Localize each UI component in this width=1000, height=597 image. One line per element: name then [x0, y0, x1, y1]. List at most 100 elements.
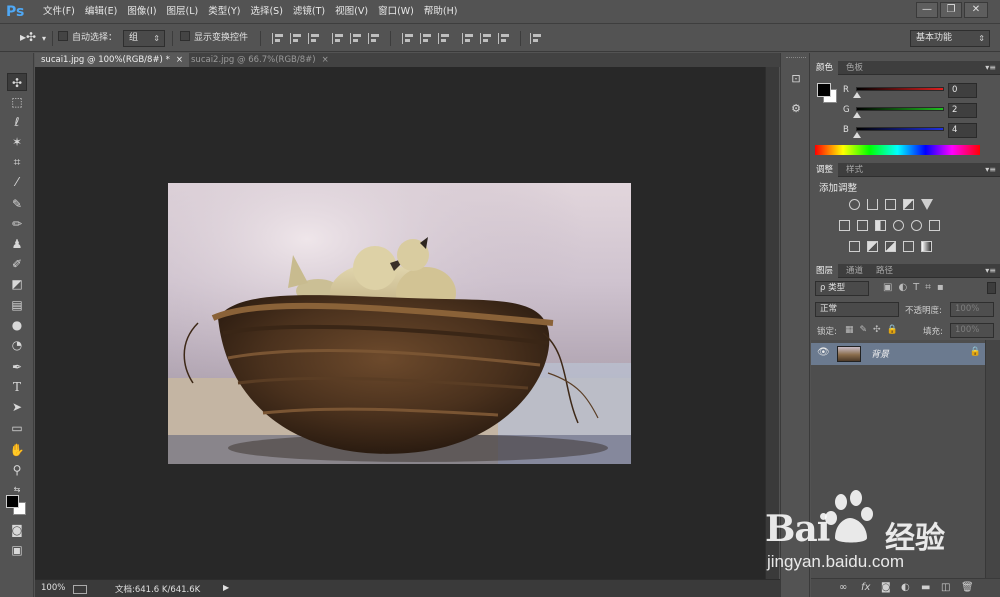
green-value-input[interactable]: 2: [948, 103, 977, 118]
vibrance-icon[interactable]: [921, 199, 933, 210]
fill-input[interactable]: 100%: [950, 323, 994, 338]
new-group-icon[interactable]: ▬: [921, 582, 930, 593]
layer-filter-icons[interactable]: ▣◐T⌗▪: [883, 282, 950, 293]
menu-file[interactable]: 文件(F): [38, 0, 80, 24]
photo-filter-icon[interactable]: [893, 220, 904, 231]
move-tool-icon[interactable]: ▸✣: [20, 29, 36, 46]
curves-icon[interactable]: [885, 199, 896, 210]
blue-slider[interactable]: B 4: [843, 123, 991, 141]
menu-layer[interactable]: 图层(L): [162, 0, 204, 24]
align-vcenter-icon[interactable]: [290, 33, 302, 44]
panel-menu-icon[interactable]: ▾≡: [985, 266, 996, 275]
healing-brush-tool-icon[interactable]: ✎: [7, 195, 27, 213]
distribute-top-icon[interactable]: [402, 33, 414, 44]
posterize-icon[interactable]: [867, 241, 878, 252]
tab-color[interactable]: 颜色: [811, 61, 839, 75]
red-thumb[interactable]: [853, 92, 861, 98]
clone-stamp-tool-icon[interactable]: ♟: [7, 235, 27, 253]
invert-icon[interactable]: [849, 241, 860, 252]
eyedropper-tool-icon[interactable]: ⁄: [7, 173, 27, 191]
blue-value-input[interactable]: 4: [948, 123, 977, 138]
dodge-tool-icon[interactable]: ◔: [7, 336, 27, 354]
layer-name[interactable]: 背景: [871, 347, 889, 360]
auto-select-dropdown[interactable]: 组 ⇕: [123, 30, 165, 47]
marquee-tool-icon[interactable]: ⬚: [7, 93, 27, 111]
color-lookup-icon[interactable]: [929, 220, 940, 231]
minimize-button[interactable]: —: [916, 2, 938, 18]
opacity-input[interactable]: 100%: [950, 302, 994, 317]
quick-mask-icon[interactable]: ◙: [7, 521, 27, 539]
lasso-tool-icon[interactable]: ℓ: [7, 113, 27, 131]
filter-toggle-icon[interactable]: [987, 282, 996, 294]
gradient-tool-icon[interactable]: ▤: [7, 296, 27, 314]
align-bottom-icon[interactable]: [308, 33, 320, 44]
menu-window[interactable]: 窗口(W): [373, 0, 419, 24]
tab-swatches[interactable]: 色板: [841, 61, 868, 75]
hand-tool-icon[interactable]: ✋: [7, 441, 27, 459]
crop-tool-icon[interactable]: ⌗: [7, 153, 27, 171]
distribute-hcenter-icon[interactable]: [480, 33, 492, 44]
tool-preset-chevron-icon[interactable]: ▾: [42, 30, 46, 47]
properties-panel-icon[interactable]: ⚙: [788, 101, 804, 117]
history-brush-tool-icon[interactable]: ✐: [7, 255, 27, 273]
gradient-map-icon[interactable]: [921, 241, 932, 252]
tab-sucai2[interactable]: sucai2.jpg @ 66.7%(RGB/8#) ×: [185, 53, 335, 67]
distribute-vcenter-icon[interactable]: [420, 33, 432, 44]
layer-filter-kind-dropdown[interactable]: ρ 类型: [815, 281, 869, 296]
menu-filter[interactable]: 滤镜(T): [288, 0, 330, 24]
green-track[interactable]: [856, 107, 944, 111]
blue-thumb[interactable]: [853, 132, 861, 138]
align-right-icon[interactable]: [368, 33, 380, 44]
pen-tool-icon[interactable]: ✒: [7, 358, 27, 376]
brightness-contrast-icon[interactable]: [849, 199, 860, 210]
layer-list-scrollbar[interactable]: [985, 340, 1000, 588]
blue-track[interactable]: [856, 127, 944, 131]
add-mask-icon[interactable]: ◙: [881, 582, 891, 593]
show-transform-checkbox[interactable]: 显示变换控件: [180, 30, 248, 47]
panel-menu-icon[interactable]: ▾≡: [985, 165, 996, 174]
close-tab-icon[interactable]: ×: [322, 55, 329, 65]
delete-layer-icon[interactable]: 🗑: [961, 582, 974, 593]
distribute-bottom-icon[interactable]: [438, 33, 450, 44]
threshold-icon[interactable]: [885, 241, 896, 252]
path-selection-tool-icon[interactable]: ➤: [7, 398, 27, 416]
foreground-color-swatch[interactable]: [6, 495, 19, 508]
distribute-right-icon[interactable]: [498, 33, 510, 44]
tab-styles[interactable]: 样式: [841, 163, 868, 177]
blend-mode-dropdown[interactable]: 正常: [815, 302, 899, 317]
menu-image[interactable]: 图像(I): [122, 0, 161, 24]
new-layer-icon[interactable]: ◫: [941, 582, 950, 593]
menu-select[interactable]: 选择(S): [245, 0, 287, 24]
red-slider[interactable]: R 0: [843, 83, 991, 101]
lock-icons[interactable]: ▦✎✣🔒: [845, 325, 904, 335]
eraser-tool-icon[interactable]: ◩: [7, 275, 27, 293]
close-tab-icon[interactable]: ×: [176, 55, 183, 65]
status-menu-arrow-icon[interactable]: ▶: [223, 583, 229, 592]
blur-tool-icon[interactable]: ●: [7, 316, 27, 334]
menu-type[interactable]: 类型(Y): [203, 0, 245, 24]
menu-edit[interactable]: 编辑(E): [80, 0, 122, 24]
zoom-level[interactable]: 100%: [41, 583, 65, 593]
link-layers-icon[interactable]: ∞: [839, 582, 847, 593]
color-spectrum-bar[interactable]: [815, 145, 980, 155]
status-preview-icon[interactable]: [73, 585, 87, 594]
tab-sucai1[interactable]: sucai1.jpg @ 100%(RGB/8#) * ×: [35, 53, 189, 67]
red-track[interactable]: [856, 87, 944, 91]
green-slider[interactable]: G 2: [843, 103, 991, 121]
workspace-dropdown[interactable]: 基本功能 ⇕: [910, 30, 990, 47]
menu-view[interactable]: 视图(V): [330, 0, 373, 24]
close-button[interactable]: ✕: [964, 2, 988, 18]
align-hcenter-icon[interactable]: [350, 33, 362, 44]
panel-menu-icon[interactable]: ▾≡: [985, 63, 996, 72]
visibility-eye-icon[interactable]: 👁: [817, 347, 830, 358]
layer-row-background[interactable]: 👁 背景 🔒: [811, 343, 985, 365]
zoom-tool-icon[interactable]: ⚲: [7, 461, 27, 479]
menu-help[interactable]: 帮助(H): [419, 0, 463, 24]
magic-wand-tool-icon[interactable]: ✶: [7, 133, 27, 151]
exposure-icon[interactable]: [903, 199, 914, 210]
red-value-input[interactable]: 0: [948, 83, 977, 98]
selective-color-icon[interactable]: [903, 241, 914, 252]
adjustment-layer-icon[interactable]: ◐: [901, 582, 910, 593]
tab-paths[interactable]: 路径: [871, 264, 898, 278]
tab-layers[interactable]: 图层: [811, 264, 839, 278]
